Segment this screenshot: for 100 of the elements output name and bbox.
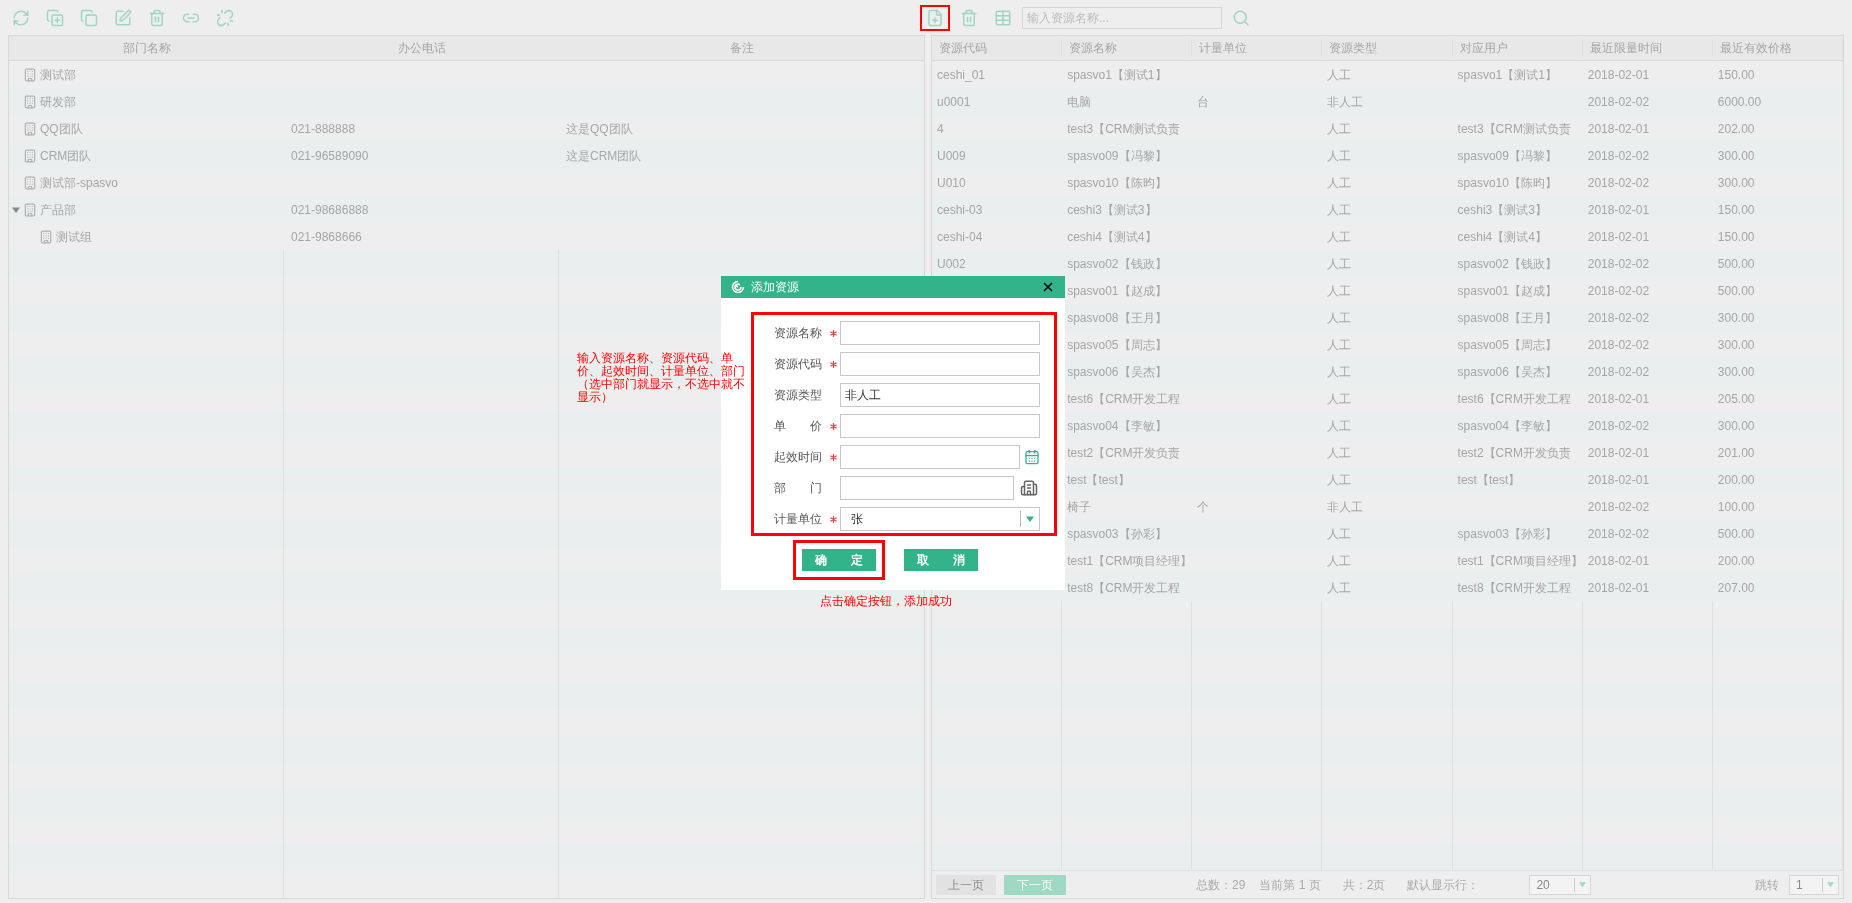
- current-page: 当前第 1 页: [1259, 876, 1321, 894]
- calendar-icon[interactable]: [1024, 449, 1040, 465]
- table-cell: 人工: [1327, 67, 1352, 82]
- table-cell: 2018-02-01: [1587, 445, 1650, 460]
- dropdown-arrow-icon[interactable]: [1827, 881, 1834, 888]
- next-page-button[interactable]: 下一页: [1004, 874, 1066, 895]
- table-cell: 202.00: [1717, 121, 1755, 136]
- table-cell: ceshi4【测试4】: [1067, 229, 1157, 244]
- building-icon: [23, 202, 37, 217]
- dialog-button[interactable]: 取 消: [904, 549, 978, 571]
- table-cell: 500.00: [1717, 256, 1755, 271]
- jump-page-select[interactable]: 1: [1789, 874, 1839, 895]
- table-cell: ceshi3【测试3】: [1067, 202, 1157, 217]
- department-input[interactable]: [840, 476, 1014, 500]
- table-cell: 300.00: [1717, 337, 1755, 352]
- table-cell: ceshi3【测试3】: [1457, 202, 1547, 217]
- table-cell: 200.00: [1717, 472, 1755, 487]
- table-cell: spasvo1【测试1】: [1457, 67, 1557, 82]
- table-cell: 人工: [1327, 175, 1352, 190]
- rows-per-page-select[interactable]: 20: [1529, 874, 1592, 895]
- table-cell: 100.00: [1717, 499, 1755, 514]
- table-cell: 人工: [1327, 526, 1352, 541]
- department-name[interactable]: 测试组: [56, 227, 92, 246]
- table-cell: 非人工: [1327, 94, 1364, 109]
- table-cell: 人工: [1327, 418, 1352, 433]
- table-cell: 人工: [1327, 445, 1352, 460]
- table-cell: 人工: [1327, 553, 1352, 568]
- text-input[interactable]: [840, 321, 1040, 345]
- table-cell: 人工: [1327, 256, 1352, 271]
- table-cell: test6【CRM开发工程: [1457, 391, 1571, 406]
- required-asterisk-icon: [830, 515, 837, 523]
- dropdown-arrow-icon[interactable]: [1026, 515, 1034, 523]
- expanded-caret-icon[interactable]: [12, 205, 20, 214]
- department-name[interactable]: CRM团队: [40, 146, 92, 165]
- field-label: 资源代码: [774, 356, 823, 373]
- column-header: 办公电话: [396, 40, 447, 57]
- table-cell: 4: [937, 121, 944, 136]
- column-header: 资源类型: [1322, 39, 1453, 57]
- table-cell: 2018-02-02: [1587, 175, 1650, 190]
- table-cell: 2018-02-01: [1587, 121, 1650, 136]
- table-cell: spasvo05【周志】: [1457, 337, 1557, 352]
- required-asterisk-icon: [830, 329, 837, 337]
- text-input[interactable]: [840, 414, 1040, 438]
- building-icon: [23, 94, 37, 109]
- table-cell: 人工: [1327, 391, 1352, 406]
- add-file-icon[interactable]: [920, 4, 950, 31]
- table-cell: spasvo05【周志】: [1067, 337, 1167, 352]
- total-count: 总数：29: [1196, 876, 1246, 894]
- table-cell: 2018-02-01: [1587, 472, 1650, 487]
- column-header: 部门名称: [121, 40, 172, 57]
- department-name[interactable]: 测试部: [40, 65, 76, 84]
- table-cell: 300.00: [1717, 310, 1755, 325]
- building-icon[interactable]: [1020, 479, 1038, 497]
- table-cell: 2018-02-02: [1587, 526, 1650, 541]
- table-cell: spasvo10【陈昀】: [1457, 175, 1557, 190]
- close-icon[interactable]: [1041, 280, 1055, 294]
- table-cell: 205.00: [1717, 391, 1755, 406]
- rows-per-page-label: 默认显示行：: [1407, 876, 1480, 894]
- table-cell: 2018-02-01: [1587, 553, 1650, 568]
- column-header: 资源名称: [1062, 39, 1193, 57]
- table-cell: 2018-02-02: [1587, 364, 1650, 379]
- table-cell: 2018-02-01: [1587, 391, 1650, 406]
- field-label: 计量单位: [774, 511, 823, 528]
- table-cell: ceshi_01: [937, 67, 986, 82]
- table-cell: spasvo01【赵成】: [1067, 283, 1167, 298]
- table-cell: spasvo02【钱政】: [1457, 256, 1557, 271]
- table-cell: spasvo01【赵成】: [1457, 283, 1557, 298]
- table-cell: 台: [1197, 94, 1210, 109]
- table-cell: test1【CRM项目经理】: [1067, 553, 1193, 568]
- department-name[interactable]: QQ团队: [40, 119, 83, 138]
- table-cell: 300.00: [1717, 418, 1755, 433]
- table-cell: test6【CRM开发工程: [1067, 391, 1181, 406]
- unit-select[interactable]: 张: [840, 507, 1040, 531]
- text-input[interactable]: [840, 352, 1040, 376]
- table-cell: u0001: [937, 94, 971, 109]
- field-label: 起效时间: [774, 449, 823, 466]
- date-input[interactable]: [840, 445, 1020, 469]
- table-cell: 2018-02-01: [1587, 580, 1650, 595]
- column-header: 最近限量时间: [1582, 39, 1713, 57]
- table-cell: spasvo06【吴杰】: [1067, 364, 1167, 379]
- dropdown-arrow-icon[interactable]: [1579, 881, 1587, 888]
- table-cell: spasvo09【冯黎】: [1067, 148, 1167, 163]
- text-input[interactable]: 非人工: [840, 383, 1040, 407]
- table-cell: test3【CRM测试负责: [1067, 121, 1181, 136]
- phone-cell: 021-9868666: [291, 229, 362, 244]
- table-cell: 人工: [1327, 337, 1352, 352]
- table-cell: spasvo04【李敏】: [1457, 418, 1557, 433]
- table-cell: 电脑: [1067, 94, 1092, 109]
- department-name[interactable]: 测试部-spasvo: [40, 173, 119, 192]
- table-cell: 500.00: [1717, 283, 1755, 298]
- department-name[interactable]: 研发部: [40, 92, 76, 111]
- department-name[interactable]: 产品部: [40, 200, 76, 219]
- table-cell: 300.00: [1717, 148, 1755, 163]
- dialog-button[interactable]: 确 定: [802, 549, 876, 571]
- table-cell: U002: [937, 256, 966, 271]
- table-cell: 2018-02-02: [1587, 148, 1650, 163]
- table-cell: spasvo06【吴杰】: [1457, 364, 1557, 379]
- table-cell: 人工: [1327, 121, 1352, 136]
- table-cell: spasvo10【陈昀】: [1067, 175, 1167, 190]
- table-cell: spasvo1【测试1】: [1067, 67, 1167, 82]
